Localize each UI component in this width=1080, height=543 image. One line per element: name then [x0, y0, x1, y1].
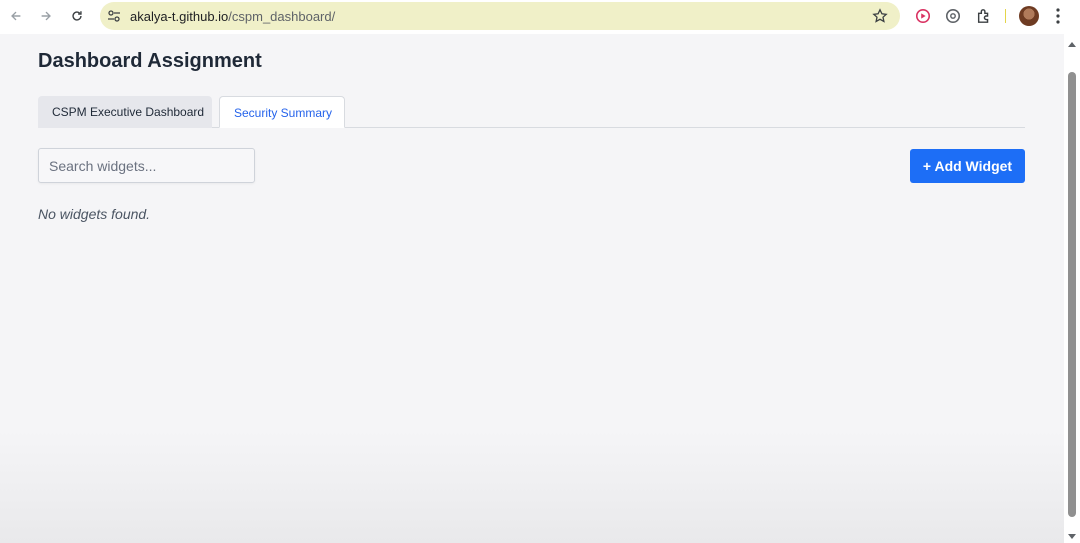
- search-input[interactable]: [38, 148, 255, 183]
- empty-state-message: No widgets found.: [38, 206, 151, 222]
- scroll-down-arrow-icon[interactable]: [1068, 534, 1076, 539]
- tab-security-summary[interactable]: Security Summary: [219, 96, 345, 128]
- back-icon[interactable]: [5, 6, 27, 26]
- address-bar[interactable]: akalya-t.github.io/cspm_dashboard/: [100, 2, 900, 30]
- puzzle-extensions-icon[interactable]: [975, 7, 993, 25]
- vertical-scrollbar[interactable]: [1064, 34, 1080, 543]
- add-widget-button[interactable]: + Add Widget: [910, 149, 1025, 183]
- browser-toolbar: akalya-t.github.io/cspm_dashboard/: [0, 0, 1080, 33]
- grammar-extension-icon[interactable]: [944, 7, 962, 25]
- toolbar-divider: [1005, 9, 1006, 23]
- page-title: Dashboard Assignment: [38, 50, 262, 72]
- scroll-up-arrow-icon[interactable]: [1068, 42, 1076, 47]
- url-host: akalya-t.github.io: [130, 9, 229, 24]
- reload-icon[interactable]: [66, 6, 88, 26]
- url-path: /cspm_dashboard/: [228, 9, 336, 24]
- site-info-icon[interactable]: [107, 9, 121, 23]
- star-icon[interactable]: [872, 8, 888, 24]
- kebab-menu-icon[interactable]: [1050, 6, 1066, 26]
- avatar[interactable]: [1019, 6, 1039, 26]
- tab-cspm-executive-dashboard[interactable]: CSPM Executive Dashboard: [38, 96, 212, 128]
- forward-icon[interactable]: [35, 6, 57, 26]
- tab-bar: CSPM Executive Dashboard Security Summar…: [38, 96, 1025, 128]
- scroll-thumb[interactable]: [1068, 72, 1076, 517]
- page-content: Dashboard Assignment CSPM Executive Dash…: [0, 34, 1064, 543]
- record-extension-icon[interactable]: [914, 7, 932, 25]
- url-text: akalya-t.github.io/cspm_dashboard/: [130, 9, 335, 24]
